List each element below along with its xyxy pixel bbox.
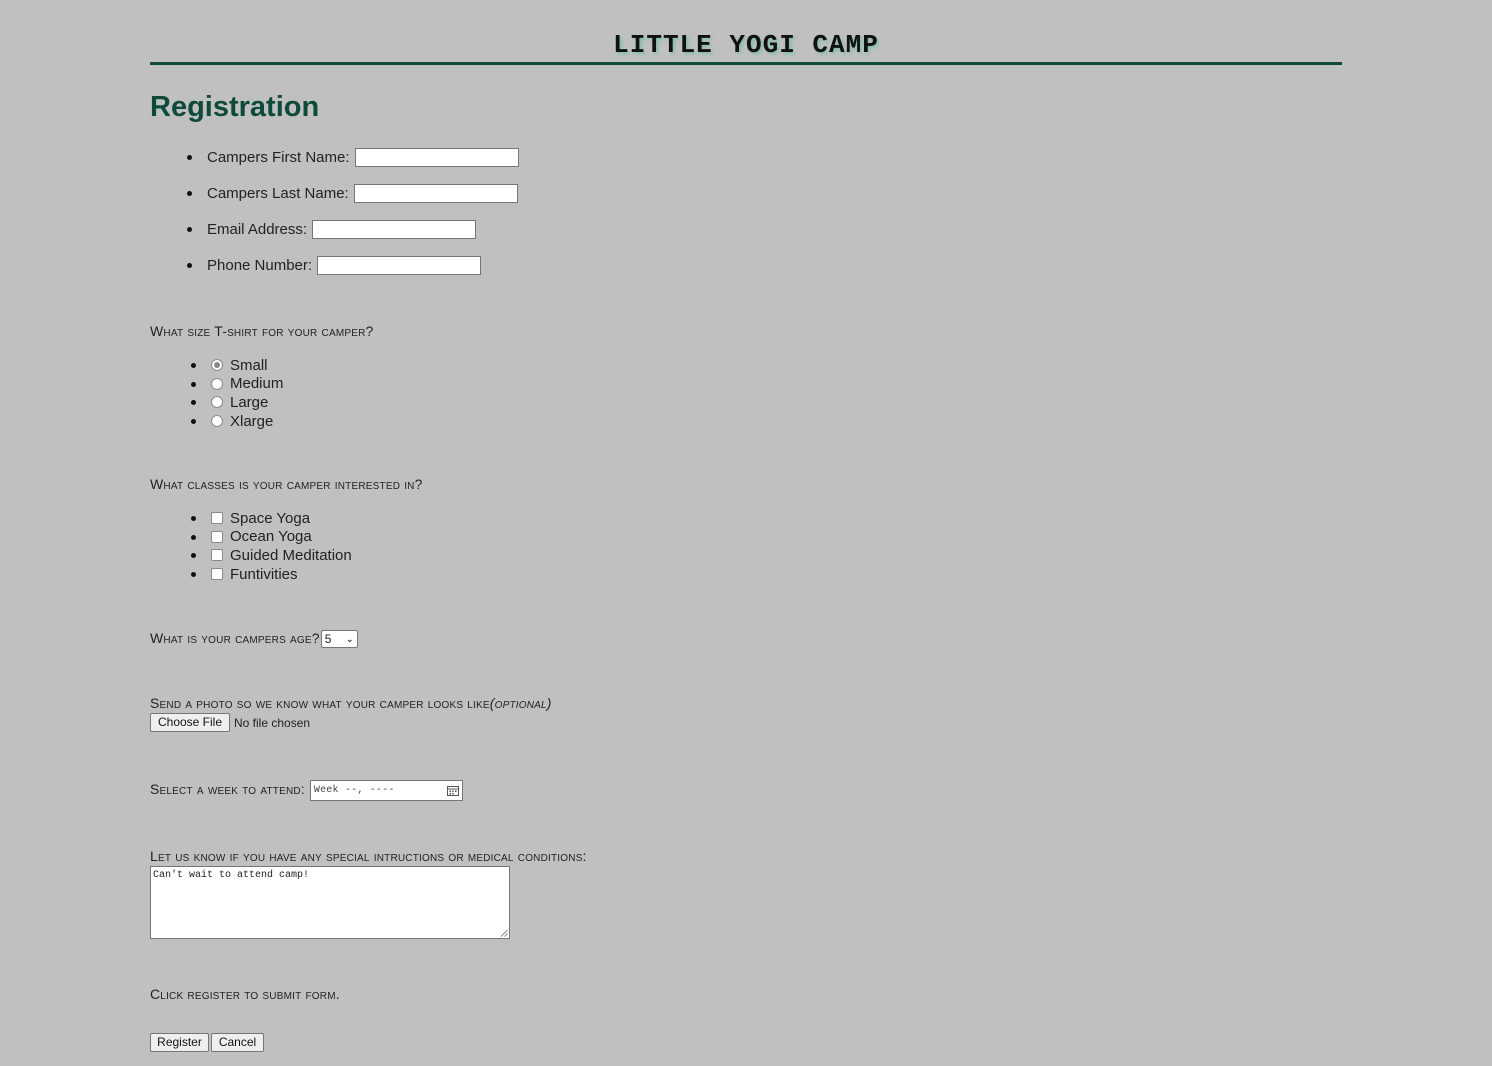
checkbox-space-yoga[interactable] bbox=[211, 512, 223, 525]
week-placeholder: Week --, ---- bbox=[313, 785, 395, 796]
phone-input[interactable] bbox=[317, 255, 482, 275]
file-upload: Choose File No file chosen bbox=[150, 713, 310, 732]
age-value: 5 bbox=[324, 632, 332, 647]
class-option-label: Guided Meditation bbox=[230, 546, 352, 564]
submit-note: Click register to submit form. bbox=[150, 986, 340, 1002]
tshirt-option-large[interactable]: Large bbox=[190, 393, 283, 412]
last-name-label: Campers Last Name: bbox=[207, 184, 349, 202]
tshirt-option-label: Small bbox=[230, 356, 268, 374]
age-select[interactable]: 5 ⌄ bbox=[320, 630, 358, 649]
tshirt-size-list: Small Medium Large Xlarge bbox=[190, 356, 284, 431]
chevron-down-icon: ⌄ bbox=[345, 633, 354, 644]
class-option-label: Space Yoga bbox=[230, 509, 311, 527]
classes-list: Space Yoga Ocean Yoga Guided Meditation … bbox=[191, 509, 352, 584]
form-actions: Register Cancel bbox=[150, 1033, 264, 1052]
class-option-label: Funtivities bbox=[230, 565, 298, 583]
email-label: Email Address: bbox=[207, 220, 308, 238]
site-title: LITTLE YOGI CAMP bbox=[613, 30, 879, 60]
last-name-input[interactable] bbox=[353, 183, 518, 203]
tshirt-option-xlarge[interactable]: Xlarge bbox=[190, 412, 283, 431]
tshirt-question: What size T-shirt for your camper? bbox=[150, 323, 374, 339]
radio-small[interactable] bbox=[211, 359, 223, 372]
radio-xlarge[interactable] bbox=[211, 415, 223, 428]
email-input[interactable] bbox=[312, 219, 477, 239]
checkbox-ocean-yoga[interactable] bbox=[211, 530, 223, 543]
resize-grip-icon[interactable] bbox=[500, 929, 508, 937]
registration-heading: Registration bbox=[150, 91, 320, 123]
class-option-label: Ocean Yoga bbox=[230, 528, 312, 546]
class-option-ocean-yoga[interactable]: Ocean Yoga bbox=[191, 528, 352, 547]
photo-question: Send a photo so we know what your camper… bbox=[150, 695, 490, 711]
first-name-label: Campers First Name: bbox=[207, 148, 350, 166]
age-row: What is your campers age? 5 ⌄ bbox=[150, 630, 358, 649]
checkbox-funtivities[interactable] bbox=[211, 568, 223, 581]
checkbox-guided-meditation[interactable] bbox=[211, 549, 223, 562]
first-name-input[interactable] bbox=[354, 147, 519, 167]
radio-large[interactable] bbox=[211, 396, 223, 409]
tshirt-option-small[interactable]: Small bbox=[190, 356, 283, 375]
photo-question-row: Send a photo so we know what your camper… bbox=[150, 695, 552, 711]
file-status: No file chosen bbox=[234, 715, 311, 730]
tshirt-option-medium[interactable]: Medium bbox=[190, 375, 284, 394]
week-input[interactable]: Week --, ---- bbox=[309, 780, 463, 801]
title-divider bbox=[150, 62, 1342, 65]
phone-label: Phone Number: bbox=[207, 256, 313, 274]
cancel-button[interactable]: Cancel bbox=[211, 1033, 264, 1052]
radio-medium[interactable] bbox=[211, 377, 223, 390]
phone-row: Phone Number: bbox=[187, 255, 519, 275]
choose-file-button[interactable]: Choose File bbox=[150, 713, 230, 732]
first-name-row: Campers First Name: bbox=[187, 147, 519, 167]
tshirt-option-label: Medium bbox=[230, 375, 284, 393]
photo-optional-note: (optional) bbox=[489, 695, 552, 711]
class-option-funtivities[interactable]: Funtivities bbox=[191, 565, 352, 584]
last-name-row: Campers Last Name: bbox=[187, 183, 519, 203]
age-question: What is your campers age? bbox=[150, 630, 320, 646]
week-question: Select a week to attend: bbox=[150, 781, 305, 798]
tshirt-option-label: Large bbox=[230, 393, 269, 411]
classes-question: What classes is your camper interested i… bbox=[150, 476, 423, 492]
calendar-icon[interactable] bbox=[446, 785, 459, 796]
notes-value: Can't wait to attend camp! bbox=[153, 870, 310, 881]
contact-fields-list: Campers First Name: Campers Last Name: E… bbox=[187, 147, 519, 291]
class-option-space-yoga[interactable]: Space Yoga bbox=[191, 509, 352, 528]
tshirt-option-label: Xlarge bbox=[230, 412, 274, 430]
page: LITTLE YOGI CAMP Registration Campers Fi… bbox=[150, 0, 1342, 1052]
register-button[interactable]: Register bbox=[150, 1033, 209, 1052]
email-row: Email Address: bbox=[187, 219, 519, 239]
class-option-guided-meditation[interactable]: Guided Meditation bbox=[191, 546, 352, 565]
special-instructions-textarea[interactable]: Can't wait to attend camp! bbox=[150, 866, 510, 939]
week-row: Select a week to attend: Week --, ---- bbox=[150, 780, 463, 801]
notes-question: Let us know if you have any special intr… bbox=[150, 848, 587, 864]
